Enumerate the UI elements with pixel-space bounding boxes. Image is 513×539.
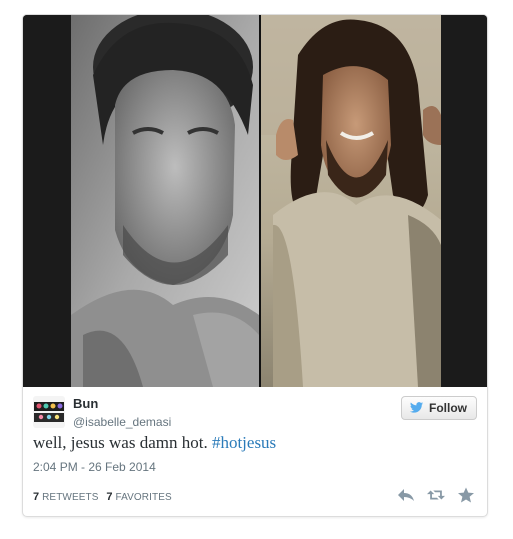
photo-left-panel — [71, 15, 259, 387]
tweet-header: Bun @isabelle_demasi Follow — [33, 396, 477, 432]
photo-right-panel — [261, 15, 441, 387]
retweets-label: RETWEETS — [42, 492, 99, 503]
twitter-bird-icon — [409, 402, 424, 413]
tweet-photo[interactable] — [23, 15, 487, 387]
tweet-actions — [397, 487, 475, 503]
tweet-timestamp[interactable]: 2:04 PM - 26 Feb 2014 — [33, 460, 156, 474]
follow-button[interactable]: Follow — [401, 396, 477, 420]
user-handle[interactable]: @isabelle_demasi — [73, 414, 171, 430]
hashtag-link[interactable]: #hotjesus — [212, 433, 276, 452]
tweet-stats: 7 RETWEETS 7 FAVORITES — [33, 491, 177, 504]
reply-icon[interactable] — [397, 487, 415, 503]
star-icon[interactable] — [457, 487, 475, 503]
tweet-body: well, jesus was damn hot. — [33, 433, 208, 452]
embedded-tweet-card: Bun @isabelle_demasi Follow well, jesus … — [22, 14, 488, 517]
avatar[interactable] — [33, 396, 65, 428]
retweets-stat[interactable]: 7 RETWEETS — [33, 491, 99, 503]
retweet-icon[interactable] — [427, 487, 445, 503]
user-block: Bun @isabelle_demasi — [73, 396, 171, 430]
display-name[interactable]: Bun — [73, 396, 171, 411]
favorites-stat[interactable]: 7 FAVORITES — [106, 491, 172, 503]
favorites-count: 7 — [106, 491, 113, 503]
avatar-image — [33, 396, 65, 428]
retweets-count: 7 — [33, 491, 40, 503]
follow-label: Follow — [429, 401, 467, 415]
tweet-text: well, jesus was damn hot. #hotjesus — [33, 433, 477, 453]
photo-collage — [23, 15, 487, 387]
favorites-label: FAVORITES — [115, 492, 172, 503]
